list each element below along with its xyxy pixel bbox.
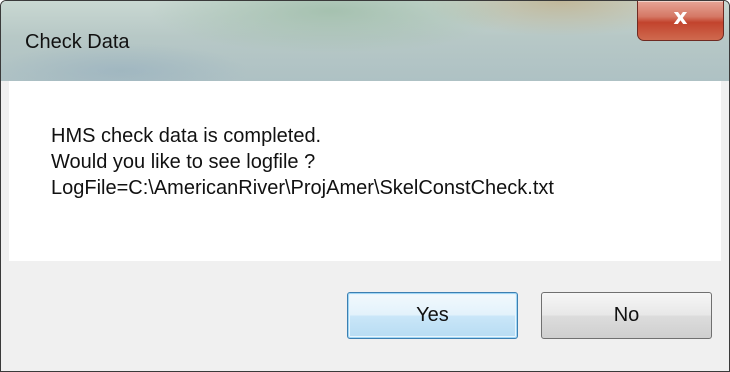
- message-text: HMS check data is completed. Would you l…: [51, 123, 554, 201]
- message-line-status: HMS check data is completed.: [51, 125, 322, 147]
- check-data-dialog: Check Data x HMS check data is completed…: [0, 0, 730, 372]
- close-icon: x: [673, 5, 688, 30]
- close-button[interactable]: x: [637, 1, 724, 41]
- no-button[interactable]: No: [541, 292, 712, 339]
- yes-button[interactable]: Yes: [347, 292, 518, 339]
- message-line-question: Would you like to see logfile ?: [51, 151, 316, 173]
- message-line-logfile-path: LogFile=C:\AmericanRiver\ProjAmer\SkelCo…: [51, 177, 554, 199]
- button-bar: Yes No: [9, 261, 721, 371]
- title-bar[interactable]: Check Data x: [1, 1, 729, 81]
- message-panel: HMS check data is completed. Would you l…: [9, 81, 721, 261]
- dialog-title: Check Data: [25, 31, 130, 53]
